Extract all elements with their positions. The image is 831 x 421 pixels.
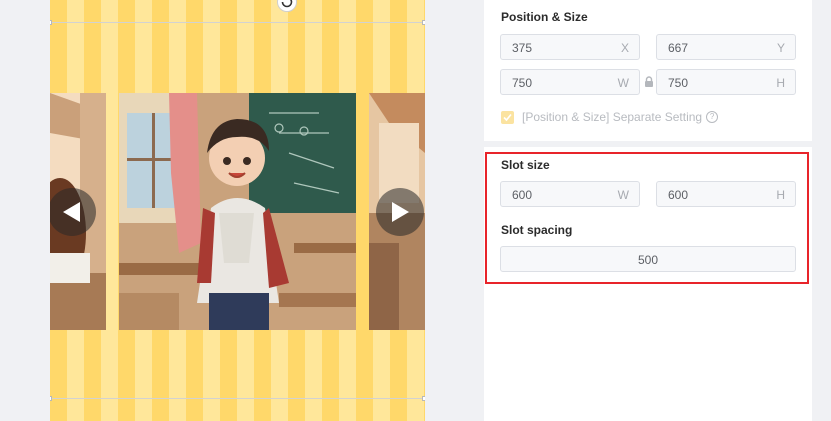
slot-settings-highlight: [485, 152, 809, 284]
carousel-prev-arrow[interactable]: [50, 188, 96, 236]
selection-top-edge: [50, 22, 425, 23]
separate-setting-row[interactable]: [Position & Size] Separate Setting ?: [501, 109, 719, 125]
position-x-suffix: X: [620, 41, 629, 55]
lock-icon[interactable]: [643, 76, 655, 88]
size-width-value: 750: [512, 76, 533, 90]
rotate-handle[interactable]: [277, 0, 297, 12]
resize-handle-top-right[interactable]: [422, 20, 425, 25]
position-y-suffix: Y: [776, 41, 785, 55]
position-y-value: 667: [668, 41, 689, 55]
position-x-value: 375: [512, 41, 533, 55]
selection-bottom-edge: [50, 398, 425, 399]
size-height-value: 750: [668, 76, 689, 90]
arrow-left-icon: [63, 202, 80, 222]
separate-setting-checkbox[interactable]: [501, 110, 514, 124]
carousel-next-arrow[interactable]: [376, 188, 424, 236]
resize-handle-bottom-left[interactable]: [50, 396, 52, 401]
position-size-title: Position & Size: [501, 10, 588, 24]
size-width-field[interactable]: 750 W: [500, 69, 640, 95]
size-height-suffix: H: [776, 76, 785, 90]
check-icon: [503, 113, 512, 121]
resize-handle-bottom-right[interactable]: [422, 396, 425, 401]
position-x-field[interactable]: 375 X: [500, 34, 640, 60]
size-width-suffix: W: [617, 76, 629, 90]
arrow-right-icon: [392, 202, 409, 222]
carousel-canvas[interactable]: [50, 0, 425, 421]
separate-setting-label: [Position & Size] Separate Setting: [522, 110, 703, 124]
position-y-field[interactable]: 667 Y: [656, 34, 796, 60]
resize-handle-top-left[interactable]: [50, 20, 52, 25]
rotate-icon: [281, 0, 293, 8]
help-icon[interactable]: ?: [706, 111, 719, 123]
section-divider: [484, 141, 812, 147]
carousel-slide-current[interactable]: [119, 93, 356, 330]
size-height-field[interactable]: 750 H: [656, 69, 796, 95]
